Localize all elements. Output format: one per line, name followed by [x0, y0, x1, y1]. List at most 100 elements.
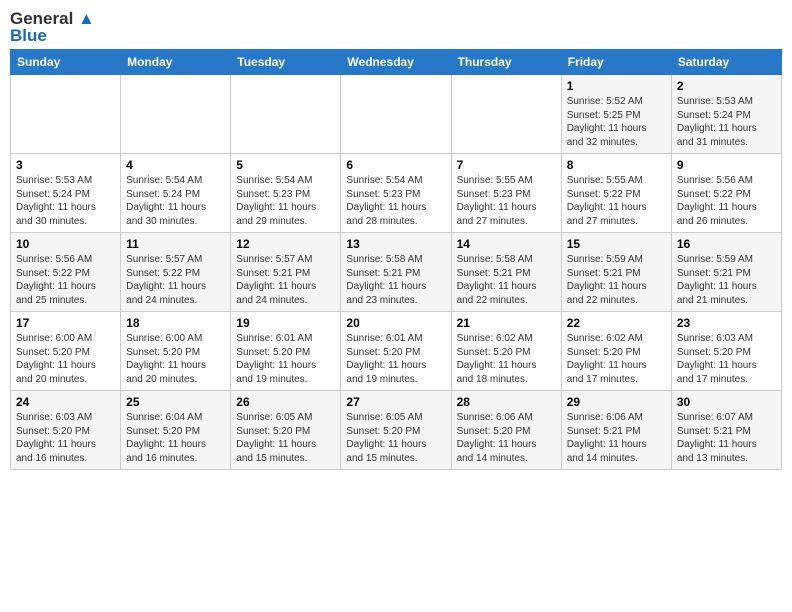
day-number: 23 [677, 316, 776, 330]
calendar-week-row: 3 Sunrise: 5:53 AM Sunset: 5:24 PM Daylig… [11, 154, 782, 233]
day-info: Sunrise: 6:06 AM Sunset: 5:21 PM Dayligh… [567, 411, 666, 465]
day-number: 25 [126, 395, 225, 409]
day-info: Sunrise: 5:58 AM Sunset: 5:21 PM Dayligh… [457, 253, 556, 307]
day-number: 11 [126, 237, 225, 251]
calendar-day-cell: 7 Sunrise: 5:55 AM Sunset: 5:23 PM Daylig… [451, 154, 561, 233]
day-info: Sunrise: 6:03 AM Sunset: 5:20 PM Dayligh… [677, 332, 776, 386]
calendar-table: SundayMondayTuesdayWednesdayThursdayFrid… [10, 49, 782, 470]
day-number: 22 [567, 316, 666, 330]
weekday-header: Tuesday [231, 50, 341, 75]
calendar-day-cell: 19Sunrise: 6:01 AM Sunset: 5:20 PM Dayli… [231, 312, 341, 391]
calendar-week-row: 17 Sunrise: 6:00 AM Sunset: 5:20 PM Dayli… [11, 312, 782, 391]
day-info: Sunrise: 6:00 AM Sunset: 5:20 PM Dayligh… [16, 332, 115, 386]
day-info: Sunrise: 6:05 AM Sunset: 5:20 PM Dayligh… [346, 411, 445, 465]
day-info: Sunrise: 5:56 AM Sunset: 5:22 PM Dayligh… [16, 253, 115, 307]
day-info: Sunrise: 5:56 AM Sunset: 5:22 PM Dayligh… [677, 174, 776, 228]
day-number: 13 [346, 237, 445, 251]
day-number: 24 [16, 395, 115, 409]
calendar-week-row: 1 Sunrise: 5:52 AM Sunset: 5:25 PM Daylig… [11, 75, 782, 154]
logo: General ▲ Blue [10, 10, 95, 45]
day-info: Sunrise: 6:06 AM Sunset: 5:20 PM Dayligh… [457, 411, 556, 465]
day-info: Sunrise: 5:58 AM Sunset: 5:21 PM Dayligh… [346, 253, 445, 307]
calendar-day-cell: 23 Sunrise: 6:03 AM Sunset: 5:20 PM Dayli… [671, 312, 781, 391]
calendar-day-cell: 16 Sunrise: 5:59 AM Sunset: 5:21 PM Dayli… [671, 233, 781, 312]
day-info: Sunrise: 6:04 AM Sunset: 5:20 PM Dayligh… [126, 411, 225, 465]
day-number: 28 [457, 395, 556, 409]
day-number: 1 [567, 79, 666, 93]
day-number: 26 [236, 395, 335, 409]
day-info: Sunrise: 5:54 AM Sunset: 5:24 PM Dayligh… [126, 174, 225, 228]
day-number: 4 [126, 158, 225, 172]
calendar-day-cell: 25 Sunrise: 6:04 AM Sunset: 5:20 PM Dayli… [121, 391, 231, 470]
calendar-day-cell: 3 Sunrise: 5:53 AM Sunset: 5:24 PM Daylig… [11, 154, 121, 233]
day-info: Sunrise: 5:57 AM Sunset: 5:21 PM Dayligh… [236, 253, 335, 307]
calendar-day-cell: 18 Sunrise: 6:00 AM Sunset: 5:20 PM Dayli… [121, 312, 231, 391]
weekday-header: Wednesday [341, 50, 451, 75]
day-number: 14 [457, 237, 556, 251]
day-number: 30 [677, 395, 776, 409]
calendar-day-cell [451, 75, 561, 154]
calendar-day-cell: 13 Sunrise: 5:58 AM Sunset: 5:21 PM Dayli… [341, 233, 451, 312]
day-info: Sunrise: 5:53 AM Sunset: 5:24 PM Dayligh… [677, 95, 776, 149]
calendar-day-cell: 27Sunrise: 6:05 AM Sunset: 5:20 PM Dayli… [341, 391, 451, 470]
day-info: Sunrise: 6:00 AM Sunset: 5:20 PM Dayligh… [126, 332, 225, 386]
calendar-day-cell: 5 Sunrise: 5:54 AM Sunset: 5:23 PM Daylig… [231, 154, 341, 233]
calendar-day-cell [121, 75, 231, 154]
calendar-day-cell: 17 Sunrise: 6:00 AM Sunset: 5:20 PM Dayli… [11, 312, 121, 391]
calendar-day-cell: 24 Sunrise: 6:03 AM Sunset: 5:20 PM Dayli… [11, 391, 121, 470]
calendar-day-cell [231, 75, 341, 154]
calendar-day-cell: 26 Sunrise: 6:05 AM Sunset: 5:20 PM Dayli… [231, 391, 341, 470]
calendar-day-cell: 9Sunrise: 5:56 AM Sunset: 5:22 PM Daylig… [671, 154, 781, 233]
day-number: 19 [236, 316, 335, 330]
day-info: Sunrise: 6:02 AM Sunset: 5:20 PM Dayligh… [567, 332, 666, 386]
day-number: 6 [346, 158, 445, 172]
weekday-header: Thursday [451, 50, 561, 75]
calendar-day-cell: 22 Sunrise: 6:02 AM Sunset: 5:20 PM Dayli… [561, 312, 671, 391]
day-number: 3 [16, 158, 115, 172]
day-number: 18 [126, 316, 225, 330]
day-number: 17 [16, 316, 115, 330]
day-number: 8 [567, 158, 666, 172]
calendar-day-cell: 21Sunrise: 6:02 AM Sunset: 5:20 PM Dayli… [451, 312, 561, 391]
day-info: Sunrise: 5:59 AM Sunset: 5:21 PM Dayligh… [677, 253, 776, 307]
day-info: Sunrise: 5:59 AM Sunset: 5:21 PM Dayligh… [567, 253, 666, 307]
day-number: 7 [457, 158, 556, 172]
day-info: Sunrise: 6:03 AM Sunset: 5:20 PM Dayligh… [16, 411, 115, 465]
day-info: Sunrise: 5:55 AM Sunset: 5:22 PM Dayligh… [567, 174, 666, 228]
logo-line2: Blue [10, 27, 95, 46]
day-info: Sunrise: 5:54 AM Sunset: 5:23 PM Dayligh… [236, 174, 335, 228]
day-number: 16 [677, 237, 776, 251]
day-info: Sunrise: 6:07 AM Sunset: 5:21 PM Dayligh… [677, 411, 776, 465]
calendar-day-cell: 2 Sunrise: 5:53 AM Sunset: 5:24 PM Daylig… [671, 75, 781, 154]
calendar-day-cell: 8 Sunrise: 5:55 AM Sunset: 5:22 PM Daylig… [561, 154, 671, 233]
day-number: 2 [677, 79, 776, 93]
day-info: Sunrise: 5:52 AM Sunset: 5:25 PM Dayligh… [567, 95, 666, 149]
weekday-header: Monday [121, 50, 231, 75]
day-info: Sunrise: 6:02 AM Sunset: 5:20 PM Dayligh… [457, 332, 556, 386]
calendar-day-cell: 6Sunrise: 5:54 AM Sunset: 5:23 PM Daylig… [341, 154, 451, 233]
weekday-header: Friday [561, 50, 671, 75]
day-info: Sunrise: 5:55 AM Sunset: 5:23 PM Dayligh… [457, 174, 556, 228]
day-number: 29 [567, 395, 666, 409]
calendar-day-cell: 1 Sunrise: 5:52 AM Sunset: 5:25 PM Daylig… [561, 75, 671, 154]
calendar-day-cell: 4 Sunrise: 5:54 AM Sunset: 5:24 PM Daylig… [121, 154, 231, 233]
day-number: 12 [236, 237, 335, 251]
calendar-header-row: SundayMondayTuesdayWednesdayThursdayFrid… [11, 50, 782, 75]
calendar-day-cell: 10Sunrise: 5:56 AM Sunset: 5:22 PM Dayli… [11, 233, 121, 312]
day-number: 20 [346, 316, 445, 330]
calendar-day-cell: 15 Sunrise: 5:59 AM Sunset: 5:21 PM Dayli… [561, 233, 671, 312]
day-info: Sunrise: 6:01 AM Sunset: 5:20 PM Dayligh… [346, 332, 445, 386]
calendar-day-cell [11, 75, 121, 154]
weekday-header: Sunday [11, 50, 121, 75]
day-number: 15 [567, 237, 666, 251]
page-header: General ▲ Blue [10, 10, 782, 45]
day-info: Sunrise: 5:53 AM Sunset: 5:24 PM Dayligh… [16, 174, 115, 228]
calendar-day-cell: 28 Sunrise: 6:06 AM Sunset: 5:20 PM Dayli… [451, 391, 561, 470]
day-info: Sunrise: 5:57 AM Sunset: 5:22 PM Dayligh… [126, 253, 225, 307]
calendar-week-row: 24 Sunrise: 6:03 AM Sunset: 5:20 PM Dayli… [11, 391, 782, 470]
day-number: 5 [236, 158, 335, 172]
calendar-week-row: 10Sunrise: 5:56 AM Sunset: 5:22 PM Dayli… [11, 233, 782, 312]
calendar-day-cell: 11 Sunrise: 5:57 AM Sunset: 5:22 PM Dayli… [121, 233, 231, 312]
day-info: Sunrise: 6:05 AM Sunset: 5:20 PM Dayligh… [236, 411, 335, 465]
calendar-day-cell: 12 Sunrise: 5:57 AM Sunset: 5:21 PM Dayli… [231, 233, 341, 312]
